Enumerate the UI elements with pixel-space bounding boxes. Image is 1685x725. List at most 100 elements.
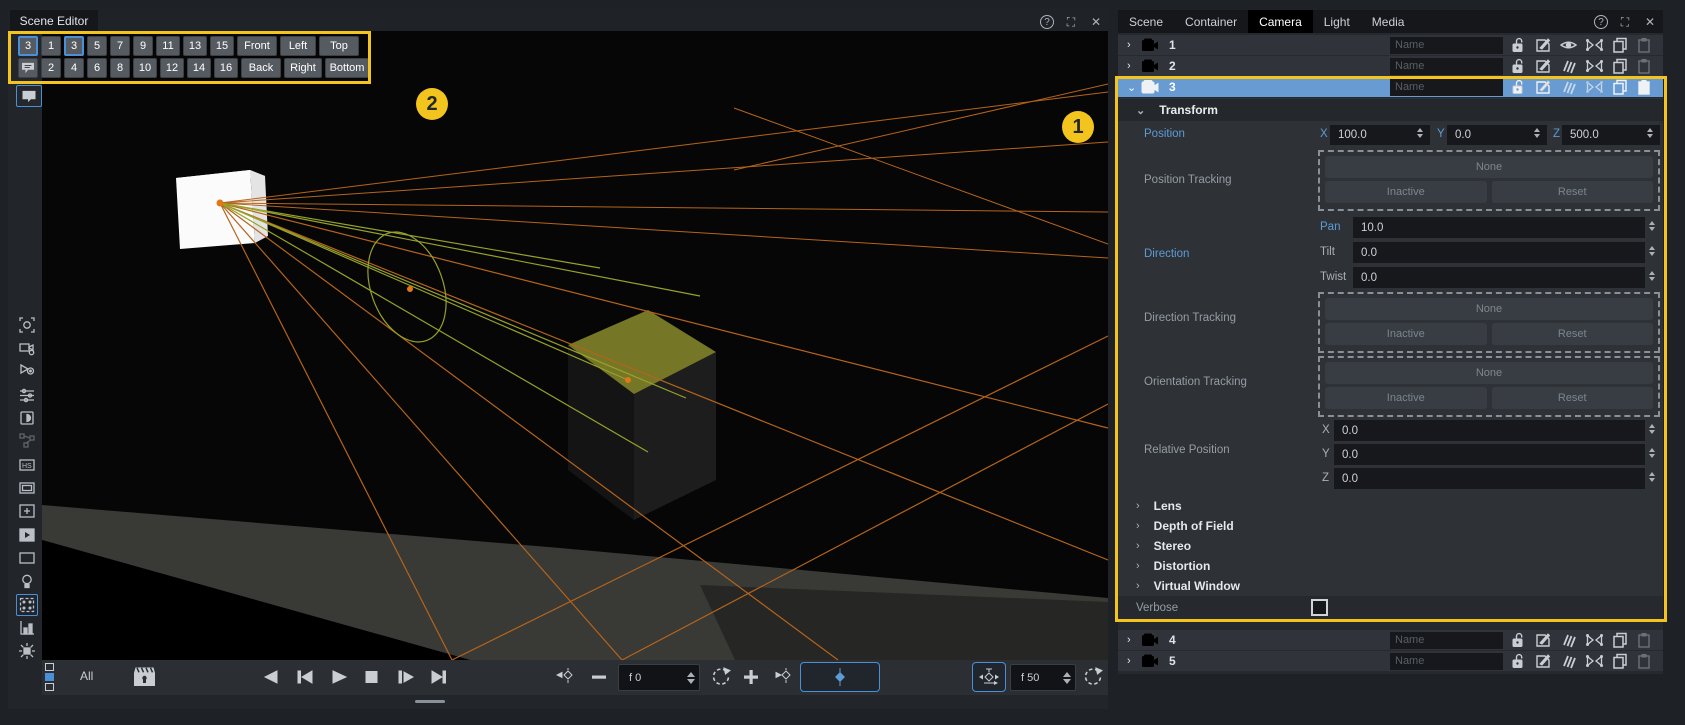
edit-icon[interactable] (1535, 632, 1551, 648)
paste-icon[interactable] (1637, 58, 1651, 74)
paste-icon[interactable] (1637, 79, 1651, 95)
camera-name-input[interactable] (1390, 79, 1503, 96)
lock-icon[interactable] (1510, 79, 1526, 95)
view-button-cam14[interactable]: 14 (187, 58, 211, 78)
view-button-back[interactable]: Back (241, 58, 281, 78)
current-keyframe-button[interactable] (800, 662, 880, 692)
fullscreen-icon[interactable]: ⛶ (1617, 14, 1633, 30)
camera-row-5[interactable]: › 5 (1118, 651, 1663, 671)
view-button-cam3[interactable]: 3 (64, 36, 84, 56)
pan-field[interactable]: 10.0 (1353, 217, 1645, 238)
record-lock-button[interactable] (132, 665, 157, 688)
camera-focus-tool[interactable] (16, 314, 38, 336)
hidden-eye-icon[interactable] (1560, 58, 1577, 74)
view-button-cam3-current[interactable]: 3 (18, 36, 38, 56)
relative-y-stepper[interactable] (1649, 448, 1655, 458)
tilt-field[interactable]: 0.0 (1353, 242, 1645, 263)
help-icon[interactable]: ? (1040, 15, 1054, 29)
reset-loop-button[interactable] (1082, 667, 1104, 687)
prev-frame-button[interactable] (262, 670, 280, 684)
playback-screen-tool[interactable] (16, 524, 38, 546)
decrement-button[interactable] (592, 675, 606, 679)
hs-mode-tool[interactable]: HS (16, 454, 38, 476)
frustum-icon[interactable] (1586, 632, 1603, 648)
skip-start-button[interactable] (296, 670, 314, 684)
bulb-tool[interactable] (16, 570, 38, 592)
contrast-tool[interactable] (16, 407, 38, 429)
frustum-icon[interactable] (1586, 58, 1603, 74)
view-button-cam1[interactable]: 1 (41, 36, 61, 56)
camera-name-input[interactable] (1390, 37, 1503, 54)
edit-icon[interactable] (1535, 653, 1551, 669)
add-screen-tool[interactable] (16, 500, 38, 522)
view-button-cam6[interactable]: 6 (87, 58, 107, 78)
relative-x-field[interactable]: 0.0 (1334, 420, 1645, 441)
lock-icon[interactable] (1510, 632, 1526, 648)
lock-icon[interactable] (1510, 58, 1526, 74)
lock-icon[interactable] (1510, 37, 1526, 53)
camera-name-input[interactable] (1390, 632, 1503, 649)
section-stereo[interactable]: ›Stereo (1118, 536, 1663, 556)
frame-start-field[interactable]: f 0 (618, 664, 700, 691)
copy-icon[interactable] (1612, 79, 1628, 95)
grid-select-tool[interactable] (16, 594, 38, 616)
close-icon[interactable]: ✕ (1642, 14, 1658, 30)
tracking-reset-button[interactable]: Reset (1492, 323, 1654, 345)
copy-icon[interactable] (1612, 653, 1628, 669)
paste-icon[interactable] (1637, 653, 1651, 669)
tab-scene[interactable]: Scene (1118, 10, 1174, 33)
position-z-stepper[interactable] (1647, 128, 1653, 138)
position-x-field[interactable]: 100.0 (1330, 125, 1430, 145)
paste-icon[interactable] (1637, 632, 1651, 648)
all-button[interactable]: All (80, 669, 93, 683)
copy-icon[interactable] (1612, 58, 1628, 74)
frame-end-field[interactable]: f 50 (1010, 664, 1076, 691)
tab-light[interactable]: Light (1313, 10, 1361, 33)
splitter-handle[interactable] (415, 700, 445, 703)
chevron-down-icon[interactable]: ⌄ (1127, 81, 1141, 94)
edit-icon[interactable] (1535, 58, 1551, 74)
position-y-stepper[interactable] (1534, 128, 1540, 138)
view-button-cam11[interactable]: 11 (156, 36, 180, 56)
view-button-cam15[interactable]: 15 (210, 36, 234, 56)
position-z-field[interactable]: 500.0 (1562, 125, 1660, 145)
camera-row-1[interactable]: › 1 (1118, 35, 1663, 55)
camera-view-tool[interactable] (16, 337, 38, 359)
tab-container[interactable]: Container (1174, 10, 1248, 33)
copy-icon[interactable] (1612, 632, 1628, 648)
loop-button[interactable] (710, 667, 732, 687)
relative-x-stepper[interactable] (1649, 424, 1655, 434)
track-toggle-widget[interactable] (45, 663, 54, 691)
view-button-cam10[interactable]: 10 (133, 58, 157, 78)
camera-row-3-selected[interactable]: ⌄ 3 (1118, 77, 1663, 97)
frustum-icon[interactable] (1586, 653, 1603, 669)
copy-icon[interactable] (1612, 37, 1628, 53)
view-button-cam4[interactable]: 4 (64, 58, 84, 78)
tracking-reset-button[interactable]: Reset (1492, 387, 1654, 409)
tilt-stepper[interactable] (1649, 246, 1655, 256)
chevron-right-icon[interactable]: › (1127, 655, 1141, 667)
chevron-right-icon[interactable]: › (1127, 39, 1141, 51)
camera-name-input[interactable] (1390, 58, 1503, 75)
view-button-cam13[interactable]: 13 (183, 36, 207, 56)
section-depth-of-field[interactable]: ›Depth of Field (1118, 516, 1663, 536)
hidden-eye-icon[interactable] (1560, 79, 1577, 95)
tracking-inactive-button[interactable]: Inactive (1325, 323, 1487, 345)
view-button-front[interactable]: Front (237, 36, 277, 56)
monitor-tool[interactable] (16, 477, 38, 499)
stop-button[interactable] (364, 670, 380, 684)
pan-stepper[interactable] (1649, 221, 1655, 231)
close-icon[interactable]: ✕ (1088, 14, 1104, 30)
chevron-right-icon[interactable]: › (1127, 60, 1141, 72)
tab-media[interactable]: Media (1361, 10, 1416, 33)
edit-icon[interactable] (1535, 79, 1551, 95)
notes-view-button[interactable] (18, 58, 38, 78)
camera-name-input[interactable] (1390, 653, 1503, 670)
tracking-inactive-button[interactable]: Inactive (1325, 181, 1487, 203)
hidden-eye-icon[interactable] (1560, 653, 1577, 669)
view-button-cam16[interactable]: 16 (214, 58, 238, 78)
twist-field[interactable]: 0.0 (1353, 267, 1645, 288)
tracking-none-button[interactable]: None (1325, 156, 1653, 178)
relative-z-stepper[interactable] (1649, 472, 1655, 482)
transform-header[interactable]: ⌄ Transform (1118, 99, 1663, 121)
